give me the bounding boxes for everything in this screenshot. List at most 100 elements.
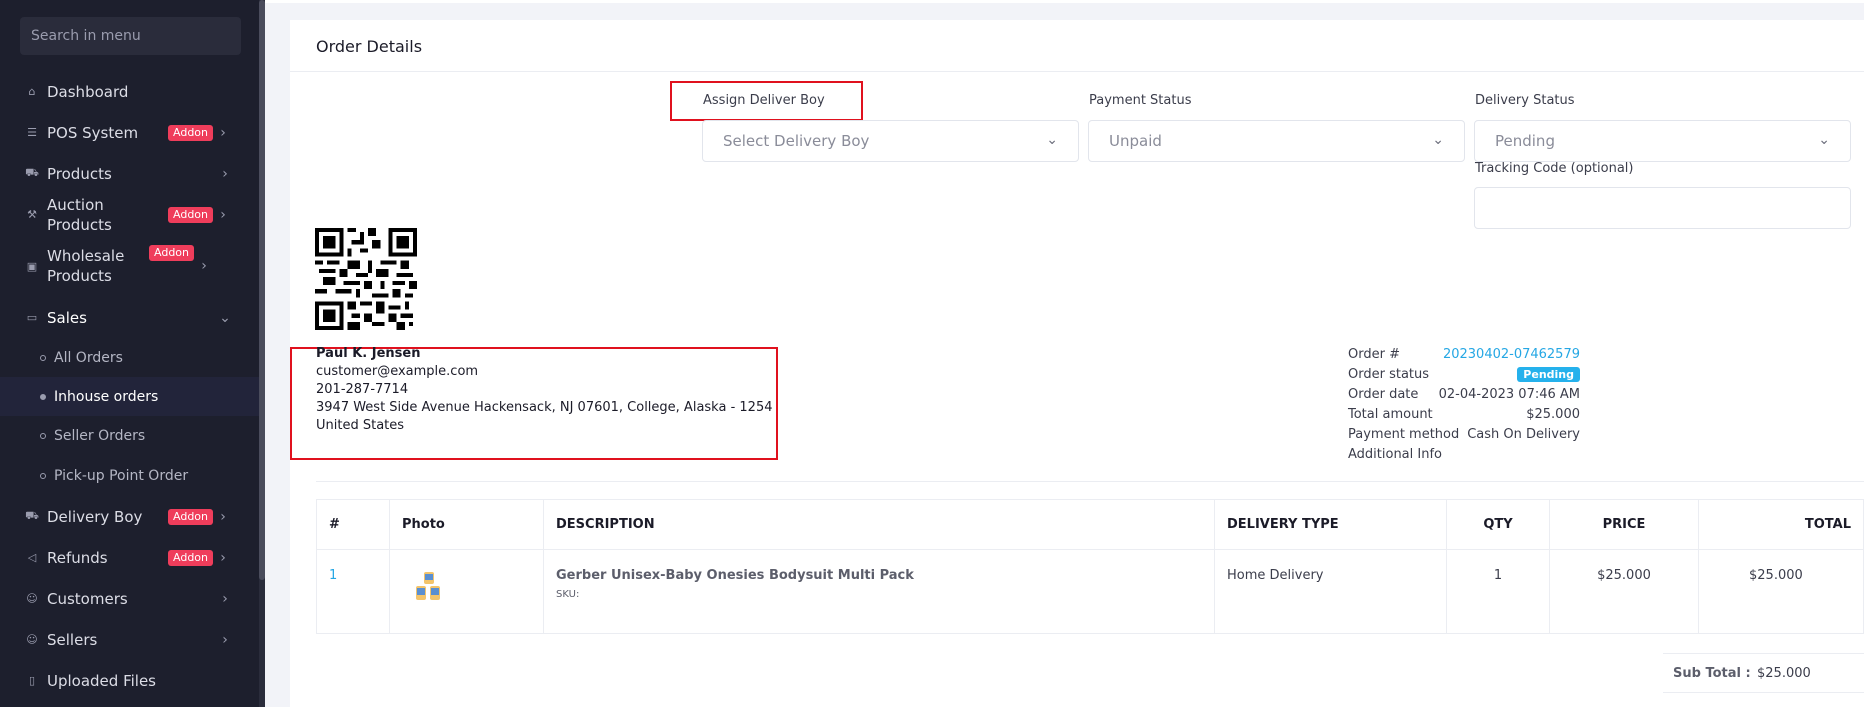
sidebar-item-label: Sellers	[47, 630, 98, 649]
bullet-icon	[40, 393, 46, 400]
select-value: Unpaid	[1109, 132, 1162, 150]
sidebar-scrollbar[interactable]	[259, 0, 265, 707]
product-name[interactable]: Gerber Unisex-Baby Onesies Bodysuit Mult…	[556, 568, 1202, 583]
status-badge: Pending	[1517, 367, 1580, 382]
row-index[interactable]: 1	[316, 549, 390, 634]
col-photo: Photo	[389, 499, 544, 550]
addon-badge: Addon	[168, 549, 213, 566]
money-icon: ▭	[26, 311, 38, 324]
bullet-icon	[40, 432, 46, 439]
sidebar-item-auction-products[interactable]: ⚒ Auction Products Addon ›	[0, 194, 259, 235]
sidebar-item-uploaded-files[interactable]: ▯ Uploaded Files	[0, 660, 259, 701]
bullet-icon	[40, 354, 46, 361]
truck-icon: ⛟	[25, 509, 39, 522]
card-header: Order Details	[290, 20, 1864, 72]
chevron-right-icon: ›	[222, 590, 228, 607]
sidebar-subitem-pickup-point-order[interactable]: Pick-up Point Order	[0, 456, 259, 495]
product-photo[interactable]	[389, 549, 544, 634]
qr-code-icon	[315, 228, 417, 330]
additional-info-row: Additional Info	[1348, 447, 1580, 467]
payment-method: Cash On Delivery	[1467, 427, 1580, 442]
sidebar-item-dashboard[interactable]: ⌂ Dashboard	[0, 71, 259, 112]
subtotal-label: Sub Total :	[1673, 666, 1751, 681]
order-number[interactable]: 20230402-07462579	[1443, 347, 1580, 362]
total-amount-row: Total amount $25.000	[1348, 407, 1580, 427]
chevron-down-icon: ⌄	[219, 309, 231, 326]
sidebar-item-label: POS System	[47, 123, 139, 142]
sidebar-item-sales[interactable]: ▭ Sales ⌄	[0, 297, 259, 338]
order-status-label: Order status	[1348, 367, 1430, 382]
chevron-right-icon: ›	[220, 206, 226, 223]
customer-name: Paul K. Jensen	[316, 346, 421, 361]
sidebar-item-wholesale-products[interactable]: ▣ Wholesale Products Addon ›	[0, 245, 259, 287]
payment-status-label: Payment Status	[1089, 93, 1192, 108]
subtotal-value: $25.000	[1757, 666, 1811, 681]
col-qty: QTY	[1446, 499, 1550, 550]
chevron-down-icon: ⌄	[1046, 132, 1058, 148]
cart-icon: ⛟	[25, 166, 39, 179]
payment-method-label: Payment method	[1348, 427, 1460, 442]
topbar	[265, 0, 1864, 3]
sidebar-item-sellers[interactable]: ☺ Sellers ›	[0, 619, 259, 660]
select-value: Pending	[1495, 132, 1555, 150]
sidebar-search-input[interactable]: Search in menu	[20, 17, 241, 55]
col-delivery-type: DELIVERY TYPE	[1214, 499, 1447, 550]
subtotal-row: Sub Total : $25.000	[1663, 653, 1864, 693]
sidebar-item-products[interactable]: ⛟ Products ›	[0, 153, 259, 194]
order-date-row: Order date 02-04-2023 07:46 AM	[1348, 387, 1580, 407]
sidebar-scrollbar-thumb[interactable]	[259, 0, 265, 580]
addon-badge: Addon	[149, 245, 194, 261]
sidebar-item-label: Products	[47, 164, 112, 183]
delivery-status-select[interactable]: Pending ⌄	[1474, 120, 1851, 162]
product-sku: SKU:	[556, 589, 580, 600]
sidebar-item-customers[interactable]: ☺ Customers ›	[0, 578, 259, 619]
chevron-down-icon: ⌄	[1818, 132, 1830, 148]
tracking-code-label: Tracking Code (optional)	[1475, 161, 1634, 176]
col-total: TOTAL	[1698, 499, 1864, 550]
home-icon: ⌂	[28, 85, 36, 98]
order-date-label: Order date	[1348, 387, 1419, 402]
delivery-boy-select[interactable]: Select Delivery Boy ⌄	[702, 120, 1079, 162]
customer-address: 3947 West Side Avenue Hackensack, NJ 076…	[316, 400, 773, 415]
box-icon: ▣	[26, 259, 38, 273]
sidebar-item-label: Auction Products	[47, 195, 112, 234]
order-status-row: Order status Pending	[1348, 367, 1580, 387]
product-image-icon	[416, 572, 440, 600]
row-total: $25.000	[1698, 549, 1864, 634]
table-row: 1 Gerber Unisex-Baby Onesies Bodysuit Mu…	[316, 549, 1864, 634]
user-icon: ☺	[26, 633, 38, 646]
chevron-down-icon: ⌄	[1432, 132, 1444, 148]
sidebar-item-pos-system[interactable]: ☰ POS System Addon ›	[0, 112, 259, 153]
sidebar-subitem-label: All Orders	[54, 349, 123, 366]
order-number-row: Order # 20230402-07462579	[1348, 347, 1580, 367]
refund-icon: ◁	[27, 551, 37, 564]
payment-status-select[interactable]: Unpaid ⌄	[1088, 120, 1465, 162]
sidebar-item-label: Refunds	[47, 548, 108, 567]
sidebar-item-label: Uploaded Files	[47, 671, 156, 690]
delivery-status-label: Delivery Status	[1475, 93, 1575, 108]
quantity: 1	[1446, 549, 1550, 634]
addon-badge: Addon	[168, 508, 213, 525]
order-date: 02-04-2023 07:46 AM	[1438, 387, 1580, 402]
bullet-icon	[40, 472, 46, 479]
order-details-card: Order Details Assign Deliver Boy Select …	[290, 20, 1864, 707]
sidebar-subitem-inhouse-orders[interactable]: Inhouse orders	[0, 377, 259, 416]
sidebar-item-label: Wholesale Products	[47, 247, 125, 285]
file-icon: ▯	[28, 674, 36, 687]
divider	[316, 481, 1864, 482]
sidebar-item-refunds[interactable]: ◁ Refunds Addon ›	[0, 537, 259, 578]
sidebar-subitem-all-orders[interactable]: All Orders	[0, 338, 259, 377]
customer-country: United States	[316, 418, 405, 433]
order-items-table: # Photo DESCRIPTION DELIVERY TYPE QTY PR…	[316, 499, 1864, 634]
sidebar-item-label: Delivery Boy	[47, 507, 143, 526]
chevron-right-icon: ›	[201, 258, 207, 274]
sidebar-subitem-label: Inhouse orders	[54, 388, 159, 405]
sidebar-item-delivery-boy[interactable]: ⛟ Delivery Boy Addon ›	[0, 496, 259, 537]
assign-delivery-boy-label: Assign Deliver Boy	[703, 93, 825, 108]
chevron-right-icon: ›	[220, 124, 226, 141]
customer-phone: 201-287-7714	[316, 382, 409, 397]
sidebar-item-label: Customers	[47, 589, 128, 608]
tracking-code-input[interactable]	[1474, 187, 1851, 229]
sidebar-subitem-label: Pick-up Point Order	[54, 467, 189, 484]
sidebar-subitem-seller-orders[interactable]: Seller Orders	[0, 416, 259, 455]
